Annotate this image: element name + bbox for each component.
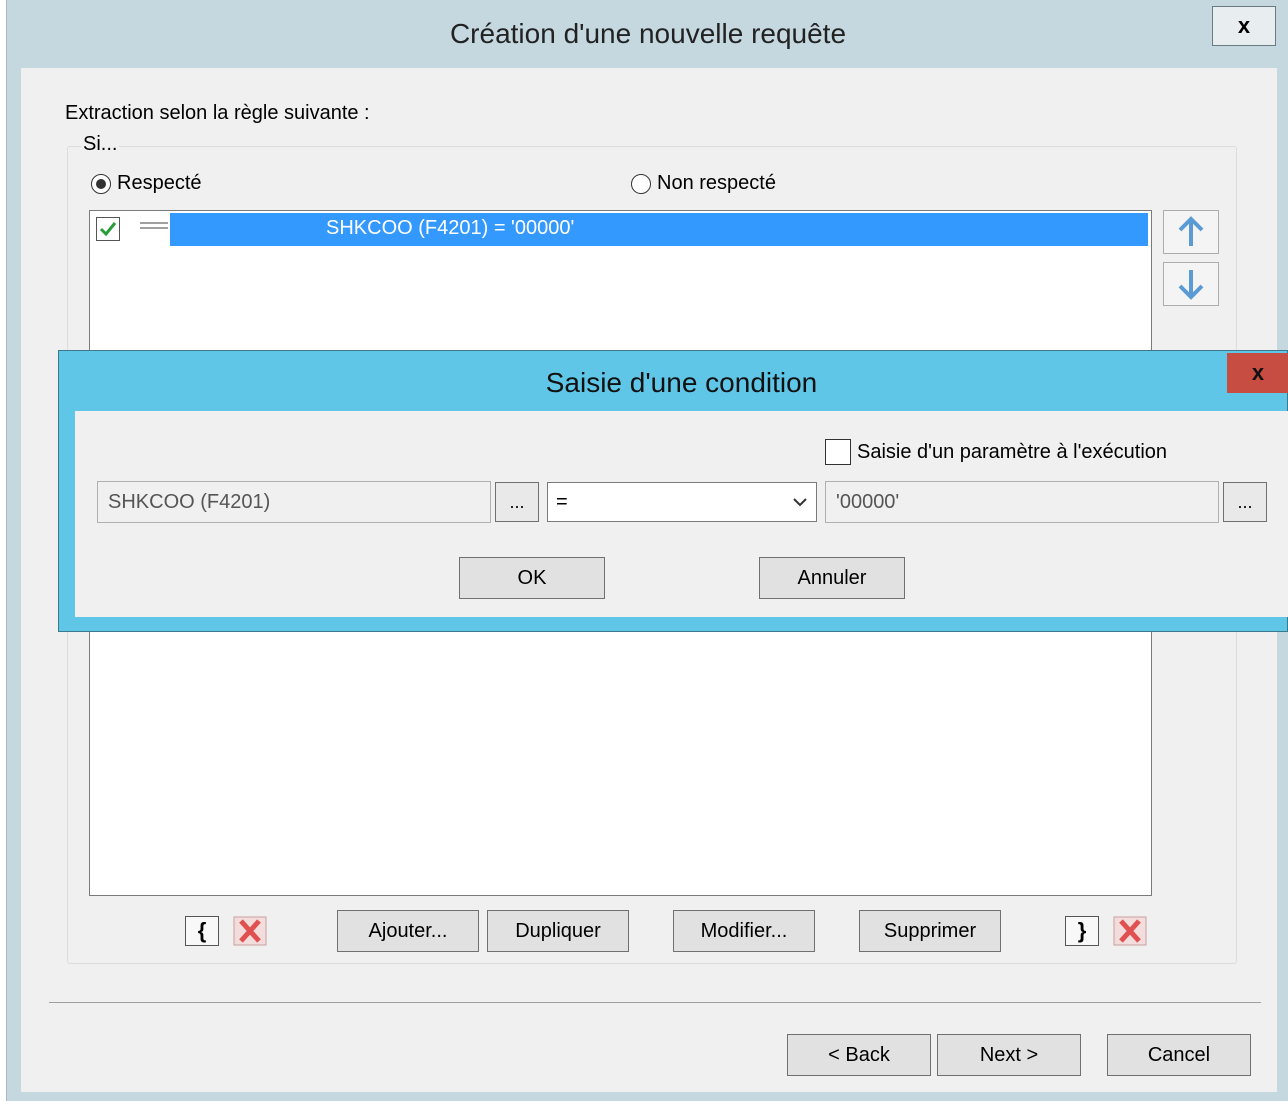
check-icon <box>99 222 117 237</box>
dialog-title: Saisie d'une condition <box>545 367 818 398</box>
duplicate-button[interactable]: Dupliquer <box>487 910 629 952</box>
remove-close-brace-button[interactable] <box>1113 916 1147 946</box>
row-selection-highlight <box>170 213 1148 246</box>
move-up-button[interactable] <box>1163 210 1219 254</box>
main-titlebar: Création d'une nouvelle requête x <box>7 0 1288 68</box>
field-input[interactable]: SHKCOO (F4201) <box>97 481 491 523</box>
modify-button[interactable]: Modifier... <box>673 910 815 952</box>
remove-open-brace-button[interactable] <box>233 916 267 946</box>
dialog-client-area: Saisie d'un paramètre à l'exécution SHKC… <box>75 411 1288 617</box>
radio-not-respected-label: Non respecté <box>657 172 776 194</box>
arrow-down-icon <box>1178 270 1204 300</box>
open-brace-button[interactable]: { <box>185 916 219 946</box>
operator-value: = <box>556 490 568 513</box>
dialog-close-button[interactable]: x <box>1227 353 1288 393</box>
row-operator-icon <box>140 219 168 233</box>
cancel-button[interactable]: Cancel <box>1107 1034 1251 1076</box>
radio-not-respected[interactable]: Non respecté <box>631 172 776 195</box>
delete-button[interactable]: Supprimer <box>859 910 1001 952</box>
next-button[interactable]: Next > <box>937 1034 1081 1076</box>
extraction-label: Extraction selon la règle suivante : <box>65 102 370 124</box>
condition-dialog: Saisie d'une condition x Saisie d'un par… <box>58 350 1288 632</box>
value-browse-button[interactable]: ... <box>1223 482 1267 522</box>
value-input[interactable]: '00000' <box>825 481 1219 523</box>
rule-row-text: SHKCOO (F4201) = '00000' <box>326 217 575 239</box>
runtime-param-option[interactable]: Saisie d'un paramètre à l'exécution <box>825 439 1167 465</box>
back-button[interactable]: < Back <box>787 1034 931 1076</box>
radio-respected[interactable]: Respecté <box>91 172 202 195</box>
add-button[interactable]: Ajouter... <box>337 910 479 952</box>
chevron-down-icon <box>793 498 807 507</box>
arrow-up-icon <box>1178 216 1204 246</box>
field-browse-button[interactable]: ... <box>495 482 539 522</box>
main-window-title: Création d'une nouvelle requête <box>449 18 847 49</box>
footer-separator <box>49 1002 1261 1003</box>
red-x-icon <box>233 916 267 946</box>
dialog-cancel-button[interactable]: Annuler <box>759 557 905 599</box>
list-item[interactable]: SHKCOO (F4201) = '00000' <box>90 211 1151 249</box>
radio-respected-indicator[interactable] <box>91 173 111 194</box>
ok-button[interactable]: OK <box>459 557 605 599</box>
radio-not-respected-indicator[interactable] <box>631 173 651 194</box>
operator-select[interactable]: = <box>547 482 817 522</box>
main-close-button[interactable]: x <box>1212 6 1276 46</box>
group-caption: Si... <box>81 133 120 156</box>
move-down-button[interactable] <box>1163 262 1219 306</box>
radio-respected-label: Respecté <box>117 172 202 194</box>
runtime-param-label: Saisie d'un paramètre à l'exécution <box>857 440 1168 463</box>
red-x-icon <box>1113 916 1147 946</box>
runtime-param-checkbox[interactable] <box>825 439 851 465</box>
close-brace-button[interactable]: } <box>1065 916 1099 946</box>
rule-enabled-checkbox[interactable] <box>96 217 120 241</box>
